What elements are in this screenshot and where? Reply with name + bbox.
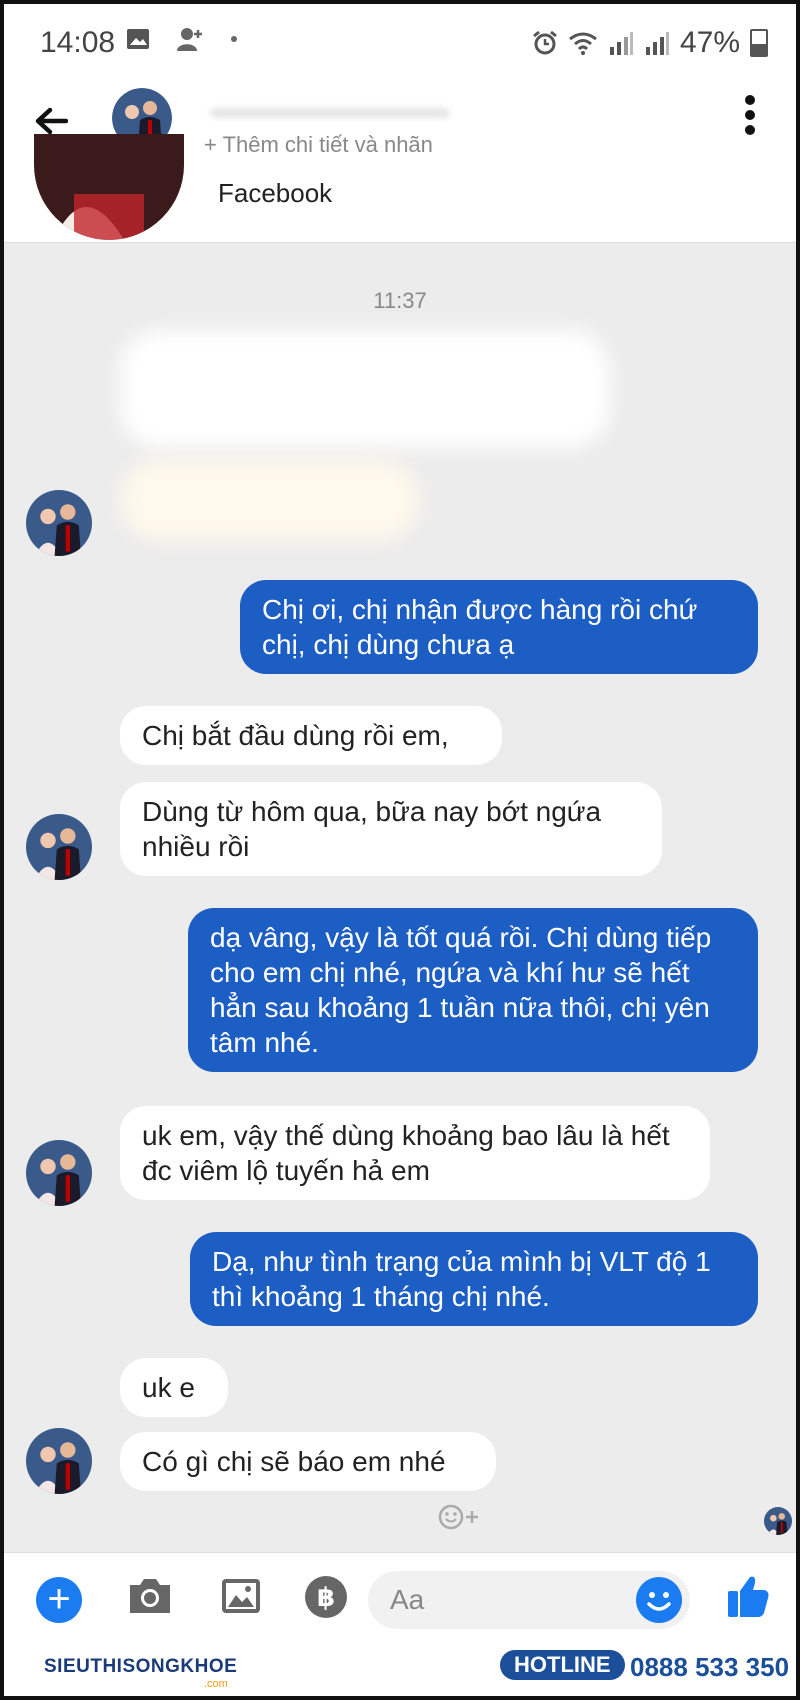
hotline-number[interactable]: 0888 533 350 (630, 1652, 789, 1683)
redacted-message (120, 330, 610, 448)
signal-2-icon (645, 32, 669, 55)
like-button[interactable] (726, 1573, 770, 1624)
avatar-image (26, 1140, 92, 1206)
incoming-message[interactable]: Dùng từ hôm qua, bữa nay bớt ngứa nhiều … (120, 782, 662, 876)
back-arrow-icon (35, 107, 69, 135)
image-icon (222, 1579, 260, 1613)
camera-icon (130, 1579, 170, 1613)
profile-source-label: Facebook (218, 178, 333, 208)
camera-button[interactable] (126, 1575, 174, 1622)
more-options-button[interactable] (744, 94, 756, 136)
plus-icon: + (47, 1577, 71, 1621)
outgoing-message[interactable]: Chị ơi, chị nhận được hàng rồi chứ chị, … (240, 580, 758, 674)
seen-indicator-avatar (764, 1507, 792, 1535)
app-frame: 14:08 47% + Thêm chi tiết và nhãn Facebo… (4, 4, 796, 1696)
profile-photo (34, 134, 184, 240)
chat-timestamp: 11:37 (373, 288, 427, 313)
gallery-button[interactable] (220, 1575, 262, 1622)
avatar-image (26, 814, 92, 880)
add-details-link[interactable]: + Thêm chi tiết và nhãn (204, 132, 433, 158)
redacted-message (120, 460, 420, 540)
hotline-label[interactable]: HOTLINE (500, 1650, 625, 1680)
message-composer: + ฿ (4, 1552, 796, 1643)
avatar-image (26, 490, 92, 556)
avatar-image (764, 1507, 792, 1535)
status-time: 14:08 (40, 26, 116, 59)
incoming-message[interactable]: uk em, vậy thế dùng khoảng bao lâu là hế… (120, 1106, 710, 1200)
svg-text:฿: ฿ (317, 1583, 335, 1613)
outgoing-message[interactable]: Dạ, như tình trạng của mình bị VLT độ 1 … (190, 1232, 758, 1326)
signal-1-icon (609, 32, 633, 55)
add-reaction-icon (438, 1504, 478, 1530)
incoming-message[interactable]: Có gì chị sẽ báo em nhé (120, 1432, 496, 1491)
wifi-icon (569, 32, 597, 55)
payment-button[interactable]: ฿ (304, 1575, 348, 1624)
brand-name: SIEUTHISONGKHOE (44, 1656, 238, 1677)
plus-button[interactable]: + (36, 1577, 82, 1623)
brand-domain: .com (204, 1678, 228, 1690)
person-add-notification-icon (177, 28, 202, 51)
contact-avatar[interactable] (26, 490, 92, 556)
avatar-image (26, 1428, 92, 1494)
incoming-message[interactable]: uk e (120, 1358, 228, 1417)
status-bar: 14:08 47% (4, 4, 796, 80)
battery-percent: 47% (679, 26, 740, 59)
alarm-icon (533, 30, 557, 55)
thumbs-up-icon (728, 1576, 769, 1617)
add-reaction-button[interactable] (438, 1504, 482, 1537)
more-vertical-icon (745, 95, 755, 135)
payment-icon: ฿ (305, 1576, 347, 1618)
dot-icon (231, 36, 237, 42)
emoji-icon (647, 1592, 671, 1611)
contact-avatar[interactable] (26, 1140, 92, 1206)
contact-avatar[interactable] (26, 1428, 92, 1494)
emoji-button[interactable] (636, 1577, 682, 1623)
contact-name-redacted (210, 108, 450, 118)
incoming-message[interactable]: Chị bắt đầu dùng rồi em, (120, 706, 502, 765)
contact-avatar[interactable] (26, 814, 92, 880)
battery-icon (750, 29, 768, 57)
brand-banner: SIEUTHISONGKHOE .com HOTLINE 0888 533 35… (4, 1642, 796, 1696)
outgoing-message[interactable]: dạ vâng, vậy là tốt quá rồi. Chị dùng ti… (188, 908, 758, 1072)
profile-card: Facebook (4, 134, 796, 243)
gallery-notification-icon (127, 29, 149, 49)
